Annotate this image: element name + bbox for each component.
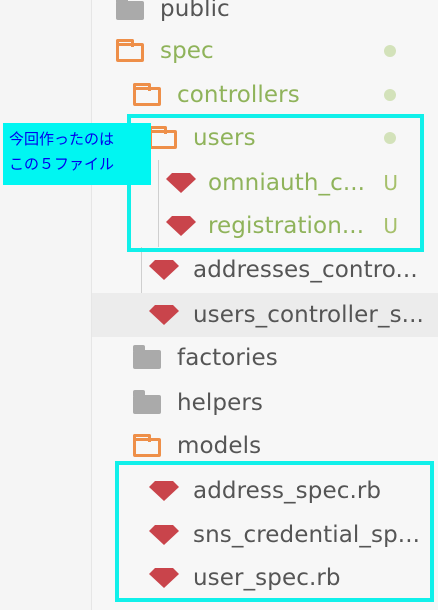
git-status-dot bbox=[384, 45, 396, 57]
folder-open-icon bbox=[133, 434, 161, 457]
tree-item-label: public bbox=[160, 0, 230, 22]
ruby-icon bbox=[149, 525, 179, 545]
git-status-dot bbox=[384, 89, 396, 101]
tree-item-label: sns_credential_sp... bbox=[193, 522, 421, 548]
git-status-untracked: U bbox=[383, 171, 398, 195]
tree-item-models[interactable]: models bbox=[92, 424, 438, 468]
annotation-line-2: この５ファイル bbox=[9, 155, 115, 173]
tree-item-label: registration... bbox=[208, 213, 365, 239]
folder-closed-icon bbox=[133, 390, 161, 414]
tree-item-label: user_spec.rb bbox=[193, 565, 341, 591]
tree-item-label: addresses_contro... bbox=[193, 257, 418, 283]
tree-item-user-spec[interactable]: user_spec.rb bbox=[92, 556, 438, 600]
git-status-dot bbox=[384, 132, 396, 144]
tree-item-label: factories bbox=[177, 345, 278, 371]
tree-item-label: users_controller_s... bbox=[193, 302, 424, 328]
ruby-icon bbox=[166, 173, 196, 193]
tree-item-registration-spec[interactable]: registration... U bbox=[92, 204, 438, 248]
ruby-icon bbox=[149, 260, 179, 280]
tree-item-helpers[interactable]: helpers bbox=[92, 381, 438, 425]
left-pane bbox=[0, 0, 92, 610]
tree-item-controllers[interactable]: controllers bbox=[92, 73, 438, 117]
tree-item-label: address_spec.rb bbox=[193, 478, 382, 504]
git-status-untracked: U bbox=[383, 214, 398, 238]
tree-item-sns-credential-spec[interactable]: sns_credential_sp... bbox=[92, 513, 438, 557]
folder-closed-icon bbox=[116, 0, 144, 20]
tree-item-label: users bbox=[193, 125, 256, 151]
folder-open-icon bbox=[116, 39, 144, 62]
tree-item-public[interactable]: public bbox=[92, 0, 438, 31]
folder-open-icon bbox=[149, 126, 177, 149]
tree-item-label: helpers bbox=[177, 390, 264, 416]
ruby-icon bbox=[149, 568, 179, 588]
annotation-line-1: 今回作ったのは bbox=[9, 130, 115, 148]
ruby-icon bbox=[166, 216, 196, 236]
tree-item-label: omniauth_c... bbox=[208, 170, 366, 196]
tree-item-label: spec bbox=[160, 38, 214, 64]
tree-item-label: controllers bbox=[177, 82, 300, 108]
ruby-icon bbox=[149, 481, 179, 501]
ruby-icon bbox=[149, 305, 179, 325]
tree-item-users-controller-spec[interactable]: users_controller_s... bbox=[92, 293, 438, 337]
tree-item-spec[interactable]: spec bbox=[92, 29, 438, 73]
tree-item-label: models bbox=[177, 433, 262, 459]
folder-open-icon bbox=[133, 83, 161, 106]
annotation-note: 今回作ったのは この５ファイル bbox=[3, 123, 151, 185]
tree-item-factories[interactable]: factories bbox=[92, 336, 438, 380]
tree-item-addresses-controller-spec[interactable]: addresses_contro... bbox=[92, 248, 438, 292]
folder-closed-icon bbox=[133, 345, 161, 369]
tree-item-address-spec[interactable]: address_spec.rb bbox=[92, 469, 438, 513]
file-tree: public spec controllers users omniauth_c… bbox=[92, 0, 438, 610]
